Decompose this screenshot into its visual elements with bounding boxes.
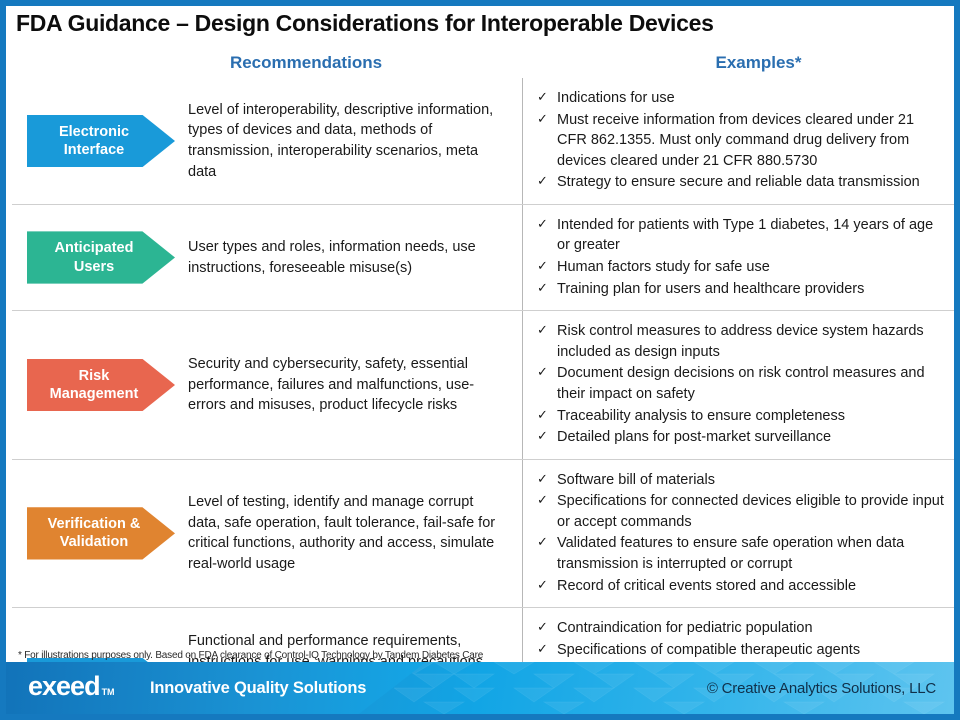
exeed-logo-text: exeed bbox=[28, 671, 101, 701]
examples-cell: ✓ Software bill of materials ✓ Specificatio… bbox=[522, 459, 954, 608]
example-text: Specifications of compatible therapeutic… bbox=[557, 641, 861, 658]
checkmark-icon: ✓ bbox=[537, 576, 548, 592]
example-text: Software bill of materials bbox=[557, 471, 715, 488]
exeed-logo: exeed TM bbox=[28, 673, 115, 700]
examples-cell: ✓ Intended for patients with Type 1 diabe… bbox=[522, 204, 954, 311]
page-title: FDA Guidance – Design Considerations for… bbox=[16, 10, 714, 36]
example-list-item: ✓ Intended for patients with Type 1 diabe… bbox=[535, 215, 944, 256]
example-text: Record of critical events stored and acc… bbox=[557, 577, 857, 594]
example-text: Human factors study for safe use bbox=[557, 259, 770, 276]
table-row: Risk Management Security and cybersecurit… bbox=[12, 310, 954, 459]
footer-tagline: Innovative Quality Solutions bbox=[150, 679, 367, 697]
category-cell: Anticipated Users bbox=[12, 205, 180, 310]
example-list-item: ✓ Validated features to ensure safe opera… bbox=[535, 533, 944, 574]
example-list-item: ✓ Record of critical events stored and ac… bbox=[535, 576, 944, 597]
example-list-item: ✓ Specifications for connected devices el… bbox=[535, 491, 944, 532]
examples-cell: ✓ Risk control measures to address device… bbox=[522, 311, 954, 459]
table-row: Anticipated Users User types and roles, i… bbox=[12, 203, 954, 311]
recommendation-text: Level of interoperability, descriptive i… bbox=[188, 101, 494, 180]
example-text: Contraindication for pediatric populatio… bbox=[557, 620, 813, 637]
example-text: Traceability analysis to ensure complete… bbox=[557, 407, 845, 424]
example-list-item: ✓ Human factors study for safe use bbox=[535, 257, 944, 278]
examples-list: ✓ Indications for use ✓ Must receive inform… bbox=[535, 88, 944, 194]
example-text: Training plan for users and healthcare p… bbox=[557, 280, 865, 297]
column-header-examples: Examples* bbox=[715, 53, 802, 72]
example-list-item: ✓ Risk control measures to address device… bbox=[535, 321, 944, 362]
checkmark-icon: ✓ bbox=[537, 110, 548, 126]
example-list-item: ✓ Software bill of materials bbox=[535, 470, 944, 491]
recommendation-cell: Level of testing, identify and manage co… bbox=[180, 460, 522, 607]
recommendation-text: Security and cybersecurity, safety, esse… bbox=[188, 356, 475, 414]
checkmark-icon: ✓ bbox=[537, 619, 548, 635]
example-text: Detailed plans for post-market surveilla… bbox=[557, 429, 832, 446]
category-chevron: Verification & Validation bbox=[27, 507, 175, 560]
checkmark-icon: ✓ bbox=[537, 406, 548, 422]
checkmark-icon: ✓ bbox=[537, 364, 548, 380]
table-row: Verification & Validation Level of testin… bbox=[12, 458, 954, 608]
checkmark-icon: ✓ bbox=[537, 428, 548, 444]
example-list-item: ✓ Document design decisions on risk contr… bbox=[535, 363, 944, 404]
checkmark-icon: ✓ bbox=[537, 258, 548, 274]
footer-bar: exeed TM Innovative Quality Solutions © C… bbox=[6, 662, 954, 714]
checkmark-icon: ✓ bbox=[537, 492, 548, 508]
examples-list: ✓ Intended for patients with Type 1 diabe… bbox=[535, 215, 944, 300]
recommendation-cell: Level of interoperability, descriptive i… bbox=[180, 78, 522, 204]
guidance-table: Electronic Interface Level of interoperab… bbox=[12, 78, 954, 714]
checkmark-icon: ✓ bbox=[537, 534, 548, 550]
examples-list: ✓ Software bill of materials ✓ Specificatio… bbox=[535, 470, 944, 597]
category-cell: Verification & Validation bbox=[12, 460, 180, 607]
examples-cell: ✓ Indications for use ✓ Must receive inform… bbox=[522, 78, 954, 204]
category-chevron: Risk Management bbox=[27, 358, 175, 412]
footnote: * For illustrations purposes only. Based… bbox=[18, 650, 484, 661]
category-cell: Electronic Interface bbox=[12, 78, 180, 204]
example-list-item: ✓ Detailed plans for post-market surveill… bbox=[535, 427, 944, 448]
slide-canvas: FDA Guidance – Design Considerations for… bbox=[0, 0, 960, 720]
checkmark-icon: ✓ bbox=[537, 279, 548, 295]
example-text: Document design decisions on risk contro… bbox=[557, 365, 925, 402]
example-text: Validated features to ensure safe operat… bbox=[557, 535, 905, 572]
example-text: Must receive information from devices cl… bbox=[557, 111, 915, 169]
category-chevron: Anticipated Users bbox=[27, 231, 175, 284]
column-header-recommendations: Recommendations bbox=[229, 53, 383, 72]
example-list-item: ✓ Strategy to ensure secure and reliable … bbox=[535, 172, 944, 193]
checkmark-icon: ✓ bbox=[537, 89, 548, 104]
example-text: Risk control measures to address device … bbox=[557, 323, 924, 360]
example-list-item: ✓ Contraindication for pediatric populati… bbox=[535, 618, 944, 639]
table-row: Electronic Interface Level of interoperab… bbox=[12, 78, 954, 204]
checkmark-icon: ✓ bbox=[537, 322, 548, 338]
category-chevron: Electronic Interface bbox=[27, 114, 175, 168]
example-text: Strategy to ensure secure and reliable d… bbox=[557, 174, 920, 191]
checkmark-icon: ✓ bbox=[537, 470, 548, 486]
example-list-item: ✓ Must receive information from devices c… bbox=[535, 110, 944, 172]
example-text: Indications for use bbox=[557, 90, 675, 106]
example-list-item: ✓ Training plan for users and healthcare … bbox=[535, 279, 944, 300]
recommendation-text: Level of testing, identify and manage co… bbox=[188, 494, 496, 572]
category-cell: Risk Management bbox=[12, 311, 180, 458]
recommendation-text: User types and roles, information needs,… bbox=[188, 238, 476, 276]
checkmark-icon: ✓ bbox=[537, 215, 548, 231]
footer-copyright: © Creative Analytics Solutions, LLC bbox=[706, 680, 936, 697]
checkmark-icon: ✓ bbox=[537, 173, 548, 189]
example-list-item: ✓ Indications for use bbox=[535, 88, 944, 109]
recommendation-cell: User types and roles, information needs,… bbox=[180, 205, 522, 310]
example-list-item: ✓ Traceability analysis to ensure complet… bbox=[535, 406, 944, 427]
example-text: Intended for patients with Type 1 diabet… bbox=[557, 216, 934, 254]
exeed-trademark: TM bbox=[101, 687, 115, 697]
recommendation-cell: Security and cybersecurity, safety, esse… bbox=[180, 311, 522, 458]
example-list-item: ✓ Specifications of compatible therapeuti… bbox=[535, 640, 944, 661]
examples-list: ✓ Risk control measures to address device… bbox=[535, 321, 944, 448]
checkmark-icon: ✓ bbox=[537, 640, 548, 656]
example-text: Specifications for connected devices eli… bbox=[557, 493, 944, 530]
